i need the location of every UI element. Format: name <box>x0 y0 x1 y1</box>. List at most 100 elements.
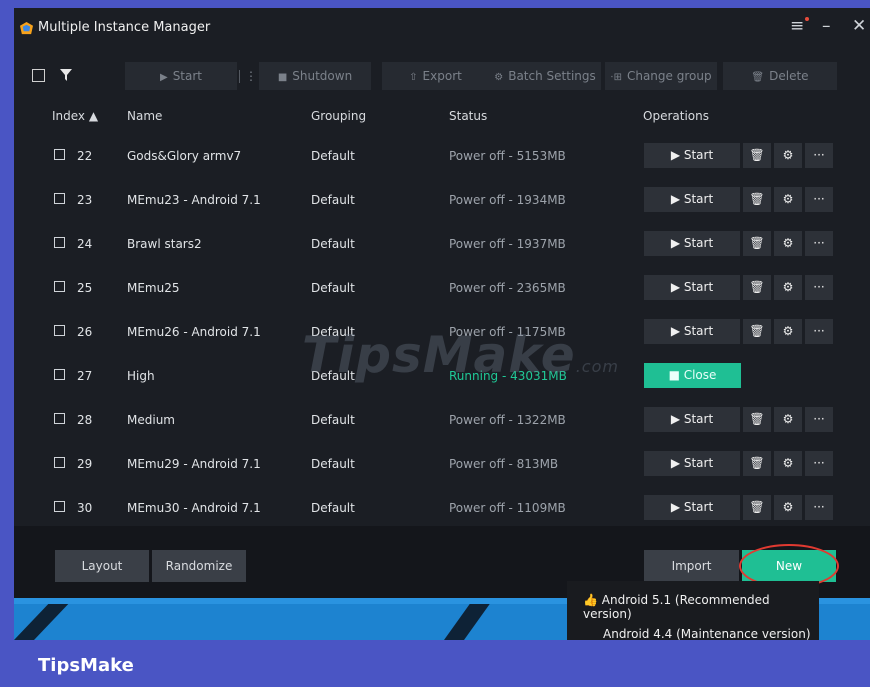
row-settings-icon[interactable]: ⚙ <box>774 187 802 212</box>
row-more-icon[interactable]: ··· <box>805 275 833 300</box>
row-grouping: Default <box>311 501 355 515</box>
row-action-label: Start <box>683 280 714 294</box>
row-checkbox[interactable] <box>54 193 65 204</box>
layout-button[interactable]: Layout <box>55 550 149 582</box>
row-settings-icon[interactable]: ⚙ <box>774 495 802 520</box>
row-delete-icon[interactable]: 🗑 <box>743 143 771 168</box>
row-more-icon[interactable]: ··· <box>805 319 833 344</box>
export-button[interactable]: ⇧ Export <box>382 62 489 90</box>
android-51-option[interactable]: 👍 Android 5.1 (Recommended version) <box>583 593 819 621</box>
row-delete-icon[interactable]: 🗑 <box>743 187 771 212</box>
delete-button[interactable]: 🗑 Delete <box>723 62 837 90</box>
change-group-button[interactable]: ⋅⊞ Change group <box>605 62 717 90</box>
row-start-button[interactable]: ▶ Start <box>644 451 740 476</box>
minimize-icon[interactable]: – <box>822 16 831 36</box>
row-more-icon[interactable]: ··· <box>805 187 833 212</box>
android-44-option[interactable]: Android 4.4 (Maintenance version) <box>603 627 811 640</box>
title-bar: Multiple Instance Manager ≡ – ✕ <box>14 8 870 50</box>
row-more-icon[interactable]: ··· <box>805 451 833 476</box>
row-more-icon[interactable]: ··· <box>805 495 833 520</box>
row-delete-icon[interactable]: 🗑 <box>743 407 771 432</box>
row-more-icon[interactable]: ··· <box>805 231 833 256</box>
row-more-icon[interactable]: ··· <box>805 407 833 432</box>
row-grouping: Default <box>311 457 355 471</box>
row-index: 22 <box>77 149 93 163</box>
thumbs-up-icon: 👍 <box>583 593 598 607</box>
table-row[interactable]: 25 MEmu25 Default Power off - 2365MB ▶ S… <box>14 266 870 310</box>
filter-icon[interactable] <box>60 69 72 81</box>
export-label: Export <box>422 69 462 83</box>
row-checkbox[interactable] <box>54 457 65 468</box>
shutdown-label: Shutdown <box>292 69 353 83</box>
batch-settings-button[interactable]: ⚙ Batch Settings <box>489 62 601 90</box>
row-action-label: Start <box>683 500 714 514</box>
select-all-checkbox[interactable] <box>32 69 45 82</box>
menu-icon[interactable]: ≡ <box>790 16 804 36</box>
row-settings-icon[interactable]: ⚙ <box>774 451 802 476</box>
row-delete-icon[interactable]: 🗑 <box>743 451 771 476</box>
row-checkbox[interactable] <box>54 237 65 248</box>
row-delete-icon[interactable]: 🗑 <box>743 231 771 256</box>
row-status: Power off - 2365MB <box>449 281 566 295</box>
row-checkbox[interactable] <box>54 413 65 424</box>
table-row[interactable]: 24 Brawl stars2 Default Power off - 1937… <box>14 222 870 266</box>
row-start-button[interactable]: ▶ Start <box>644 187 740 212</box>
row-settings-icon[interactable]: ⚙ <box>774 143 802 168</box>
row-status: Power off - 1937MB <box>449 237 566 251</box>
row-settings-icon[interactable]: ⚙ <box>774 231 802 256</box>
table-row[interactable]: 23 MEmu23 - Android 7.1 Default Power of… <box>14 178 870 222</box>
row-more-icon[interactable]: ··· <box>805 143 833 168</box>
row-checkbox[interactable] <box>54 501 65 512</box>
table-row[interactable]: 22 Gods&Glory armv7 Default Power off - … <box>14 134 870 178</box>
row-name: MEmu23 - Android 7.1 <box>127 193 261 207</box>
row-action-label: Start <box>683 148 714 162</box>
window-title: Multiple Instance Manager <box>38 20 211 35</box>
row-checkbox[interactable] <box>54 369 65 380</box>
import-button[interactable]: Import <box>644 550 739 582</box>
row-start-button[interactable]: ▶ Start <box>644 143 740 168</box>
row-delete-icon[interactable]: 🗑 <box>743 275 771 300</box>
header-status[interactable]: Status <box>449 109 487 123</box>
row-index: 28 <box>77 413 93 427</box>
header-name[interactable]: Name <box>127 109 162 123</box>
row-action-label: Start <box>683 412 714 426</box>
header-operations: Operations <box>643 109 709 123</box>
close-icon[interactable]: ✕ <box>852 16 866 36</box>
row-name: Brawl stars2 <box>127 237 202 251</box>
row-checkbox[interactable] <box>54 325 65 336</box>
row-grouping: Default <box>311 149 355 163</box>
start-label: Start <box>172 69 203 83</box>
row-status: Power off - 1934MB <box>449 193 566 207</box>
toolbar: ▶ Start ⋮ ■ Shutdown ⇧ Export ⚙ Batch Settin… <box>14 50 870 100</box>
start-button[interactable]: ▶ Start <box>125 62 237 90</box>
randomize-button[interactable]: Randomize <box>152 550 246 582</box>
row-start-button[interactable]: ▶ Start <box>644 495 740 520</box>
table-row[interactable]: 28 Medium Default Power off - 1322MB ▶ S… <box>14 398 870 442</box>
shutdown-button[interactable]: ■ Shutdown <box>259 62 371 90</box>
row-delete-icon[interactable]: 🗑 <box>743 495 771 520</box>
app-logo-icon <box>20 22 33 35</box>
row-close-button[interactable]: ■ Close <box>644 363 741 388</box>
row-settings-icon[interactable]: ⚙ <box>774 319 802 344</box>
row-status: Power off - 1109MB <box>449 501 566 515</box>
start-more-dots[interactable]: ⋮ <box>245 62 257 90</box>
row-start-button[interactable]: ▶ Start <box>644 407 740 432</box>
row-start-button[interactable]: ▶ Start <box>644 319 740 344</box>
table-row[interactable]: 29 MEmu29 - Android 7.1 Default Power of… <box>14 442 870 486</box>
row-index: 30 <box>77 501 93 515</box>
header-index[interactable]: Index ▲ <box>52 109 98 123</box>
row-settings-icon[interactable]: ⚙ <box>774 407 802 432</box>
row-checkbox[interactable] <box>54 149 65 160</box>
row-delete-icon[interactable]: 🗑 <box>743 319 771 344</box>
row-action-label: Start <box>683 324 714 338</box>
header-grouping[interactable]: Grouping <box>311 109 366 123</box>
notification-dot <box>805 17 809 21</box>
table-row[interactable]: 30 MEmu30 - Android 7.1 Default Power of… <box>14 486 870 530</box>
row-start-button[interactable]: ▶ Start <box>644 275 740 300</box>
row-settings-icon[interactable]: ⚙ <box>774 275 802 300</box>
row-action-label: Start <box>683 192 714 206</box>
row-checkbox[interactable] <box>54 281 65 292</box>
row-status: Power off - 1322MB <box>449 413 566 427</box>
row-start-button[interactable]: ▶ Start <box>644 231 740 256</box>
row-grouping: Default <box>311 413 355 427</box>
